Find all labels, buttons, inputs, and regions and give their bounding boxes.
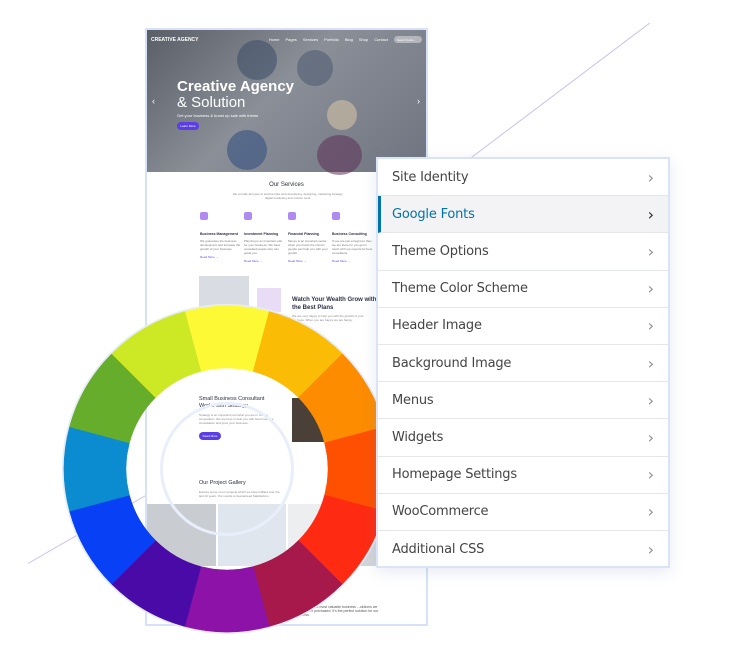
consult-text: Strategy is an important part what you a… bbox=[199, 413, 274, 425]
customizer-item-theme-color-scheme[interactable]: Theme Color Scheme › bbox=[378, 271, 668, 308]
laptop-image bbox=[199, 276, 249, 326]
color-wheel-segment bbox=[63, 426, 130, 512]
nav-portfolio[interactable]: Portfolio bbox=[324, 37, 339, 42]
chevron-right-icon: › bbox=[647, 539, 654, 559]
chevron-right-icon: › bbox=[647, 427, 654, 447]
service-item: Financial Planning Money is an important … bbox=[288, 212, 330, 263]
consult-image bbox=[292, 398, 332, 442]
chevron-right-icon: › bbox=[647, 241, 654, 261]
gallery-title: Our Project Gallery bbox=[199, 480, 246, 486]
customizer-item-woocommerce[interactable]: WooCommerce › bbox=[378, 494, 668, 531]
hero-subtitle: Get your business & boost up sale with t… bbox=[177, 113, 259, 118]
customizer-panel: Site Identity › Google Fonts › Theme Optio… bbox=[376, 157, 670, 568]
hero-title-2: & Solution bbox=[177, 94, 246, 111]
grid-decoration bbox=[257, 288, 281, 312]
chevron-right-icon: › bbox=[647, 167, 654, 187]
chevron-right-icon: › bbox=[647, 465, 654, 485]
customizer-item-theme-options[interactable]: Theme Options › bbox=[378, 233, 668, 271]
search-input[interactable]: Search Here... bbox=[394, 36, 422, 43]
chevron-right-icon: › bbox=[647, 279, 654, 299]
gallery-text: Explore some of our projects which we ha… bbox=[199, 490, 280, 498]
service-item: Business Consulting If you are just a beg… bbox=[332, 212, 374, 263]
nav-pages[interactable]: Pages bbox=[285, 37, 296, 42]
chevron-right-icon: › bbox=[647, 353, 654, 373]
customizer-item-google-fonts[interactable]: Google Fonts › bbox=[378, 196, 668, 234]
services-intro: We provide all types of services like we… bbox=[232, 192, 344, 200]
customizer-item-menus[interactable]: Menus › bbox=[378, 382, 668, 420]
color-wheel-segment bbox=[69, 353, 156, 444]
site-logo: CREATIVE AGENCY bbox=[151, 36, 199, 43]
wealth-text: We are very happy to help you with the g… bbox=[292, 314, 364, 322]
testimonial-text: ...agency is the most valuable business … bbox=[295, 605, 379, 617]
hero-section: CREATIVE AGENCY Home Pages Services Port… bbox=[147, 30, 426, 175]
nav-shop[interactable]: Shop bbox=[359, 37, 368, 42]
chevron-right-icon: › bbox=[647, 390, 654, 410]
hero-learn-more-button[interactable]: Learn More bbox=[177, 122, 199, 130]
nav-home[interactable]: Home bbox=[269, 37, 280, 42]
chart-icon bbox=[200, 212, 208, 220]
color-wheel-segment bbox=[69, 494, 156, 585]
hero-title: Creative Agency bbox=[177, 78, 294, 95]
chevron-right-icon: › bbox=[647, 502, 654, 522]
chevron-right-icon: › bbox=[647, 316, 654, 336]
nav-contact[interactable]: Contact bbox=[374, 37, 388, 42]
nav-services[interactable]: Services bbox=[303, 37, 318, 42]
customizer-item-additional-css[interactable]: Additional CSS › bbox=[378, 531, 668, 568]
customizer-item-widgets[interactable]: Widgets › bbox=[378, 419, 668, 457]
wealth-title: Watch Your Wealth Grow with the Best Pla… bbox=[292, 297, 377, 311]
consult-title: Small Business Consultant Works with Str… bbox=[199, 396, 265, 409]
decorative-line bbox=[469, 22, 650, 159]
customizer-item-background-image[interactable]: Background Image › bbox=[378, 345, 668, 383]
service-item: Business Management We guarantee the busi… bbox=[200, 212, 242, 259]
person-icon bbox=[288, 212, 296, 220]
customizer-item-header-image[interactable]: Header Image › bbox=[378, 308, 668, 345]
chevron-right-icon: › bbox=[647, 204, 654, 224]
service-item: Investment Planning Planning is an import… bbox=[244, 212, 286, 263]
next-arrow-icon[interactable]: › bbox=[417, 96, 420, 106]
prev-arrow-icon[interactable]: ‹ bbox=[152, 96, 155, 106]
nav-blog[interactable]: Blog bbox=[345, 37, 353, 42]
customizer-item-homepage-settings[interactable]: Homepage Settings › bbox=[378, 457, 668, 494]
hand-coin-icon bbox=[244, 212, 252, 220]
lightbulb-icon bbox=[332, 212, 340, 220]
customizer-item-site-identity[interactable]: Site Identity › bbox=[378, 159, 668, 197]
consult-read-more-button[interactable]: Read More bbox=[199, 432, 221, 440]
